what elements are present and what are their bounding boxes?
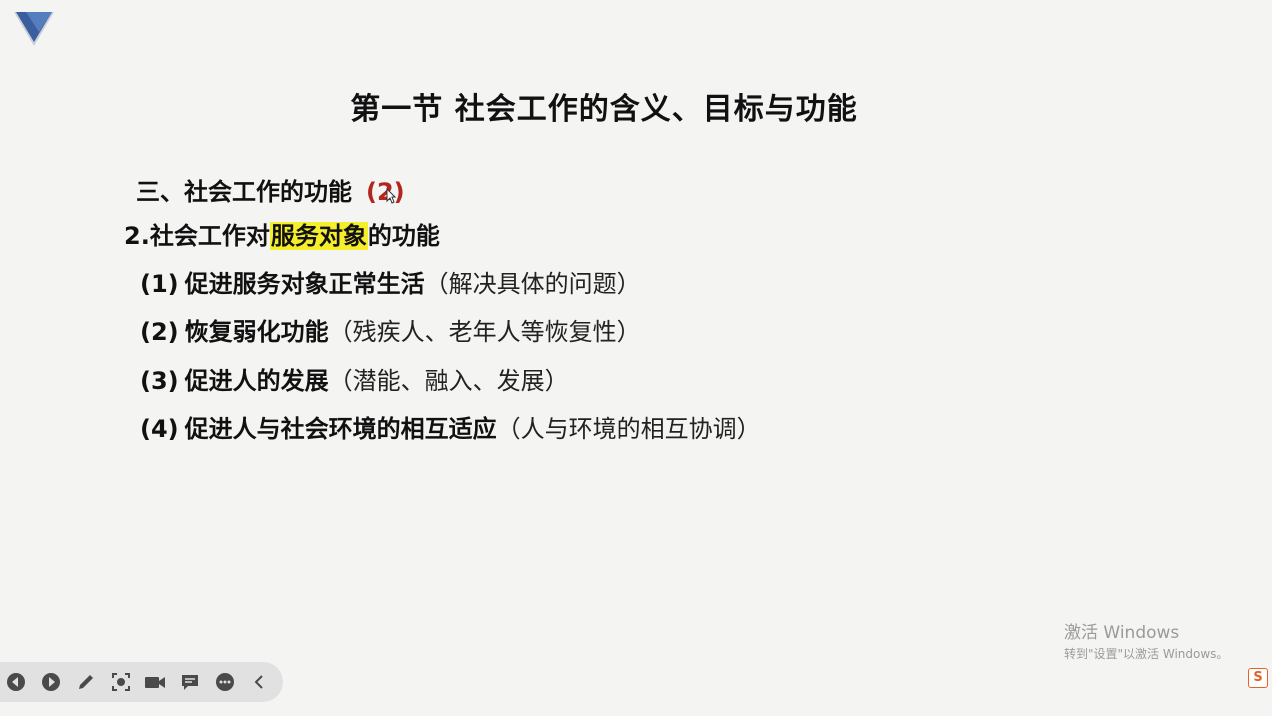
list-item: (2) 恢复弱化功能（残疾人、老年人等恢复性） [140, 312, 641, 347]
item-note: （残疾人、老年人等恢复性） [328, 318, 641, 346]
watermark-title: 激活 Windows [1064, 623, 1180, 643]
item-note: （解决具体的问题） [424, 270, 641, 298]
subheading: 2.社会工作对服务对象的功能 [124, 216, 440, 251]
list-item: (1) 促进服务对象正常生活（解决具体的问题） [140, 264, 641, 299]
triangle-logo-icon [14, 12, 54, 46]
activate-windows-watermark: 激活 Windows 转到"设置"以激活 Windows。 [1064, 618, 1228, 662]
camera-icon[interactable] [144, 672, 166, 692]
subheading-suffix: 的功能 [367, 222, 440, 250]
collapse-icon[interactable] [249, 672, 271, 692]
item-number: (1) [140, 270, 179, 298]
slide-title: 第一节 社会工作的含义、目标与功能 [350, 92, 858, 127]
comment-icon[interactable] [179, 672, 201, 692]
more-icon[interactable] [214, 672, 236, 692]
pen-icon[interactable] [75, 672, 97, 692]
item-text: 促进人的发展 [184, 367, 329, 395]
prev-icon[interactable] [5, 672, 27, 692]
sogou-ime-icon[interactable]: S [1248, 668, 1268, 688]
item-text: 促进服务对象正常生活 [184, 270, 425, 298]
watermark-subtitle: 转到"设置"以激活 Windows。 [1064, 647, 1229, 661]
screenshot-icon[interactable] [110, 672, 132, 692]
highlighted-term: 服务对象 [269, 222, 368, 250]
mouse-cursor-icon [386, 188, 396, 204]
item-number: (2) [140, 318, 179, 346]
item-note: （人与环境的相互协调） [496, 415, 761, 443]
next-icon[interactable] [40, 672, 62, 692]
section-heading: 三、社会工作的功能 (2) [136, 172, 405, 207]
item-number: (3) [140, 367, 179, 395]
item-text: 恢复弱化功能 [184, 318, 329, 346]
section-label: 三、社会工作的功能 [136, 178, 352, 206]
list-item: (4) 促进人与社会环境的相互适应（人与环境的相互协调） [140, 409, 761, 444]
slide: 第一节 社会工作的含义、目标与功能 三、社会工作的功能 (2) 2.社会工作对服务… [0, 0, 1272, 716]
subheading-prefix: 2.社会工作对 [124, 222, 270, 250]
item-note: （潜能、融入、发展） [328, 367, 569, 395]
item-number: (4) [140, 415, 179, 443]
item-text: 促进人与社会环境的相互适应 [184, 415, 497, 443]
list-item: (3) 促进人的发展（潜能、融入、发展） [140, 361, 569, 396]
presentation-toolbar [0, 662, 283, 702]
